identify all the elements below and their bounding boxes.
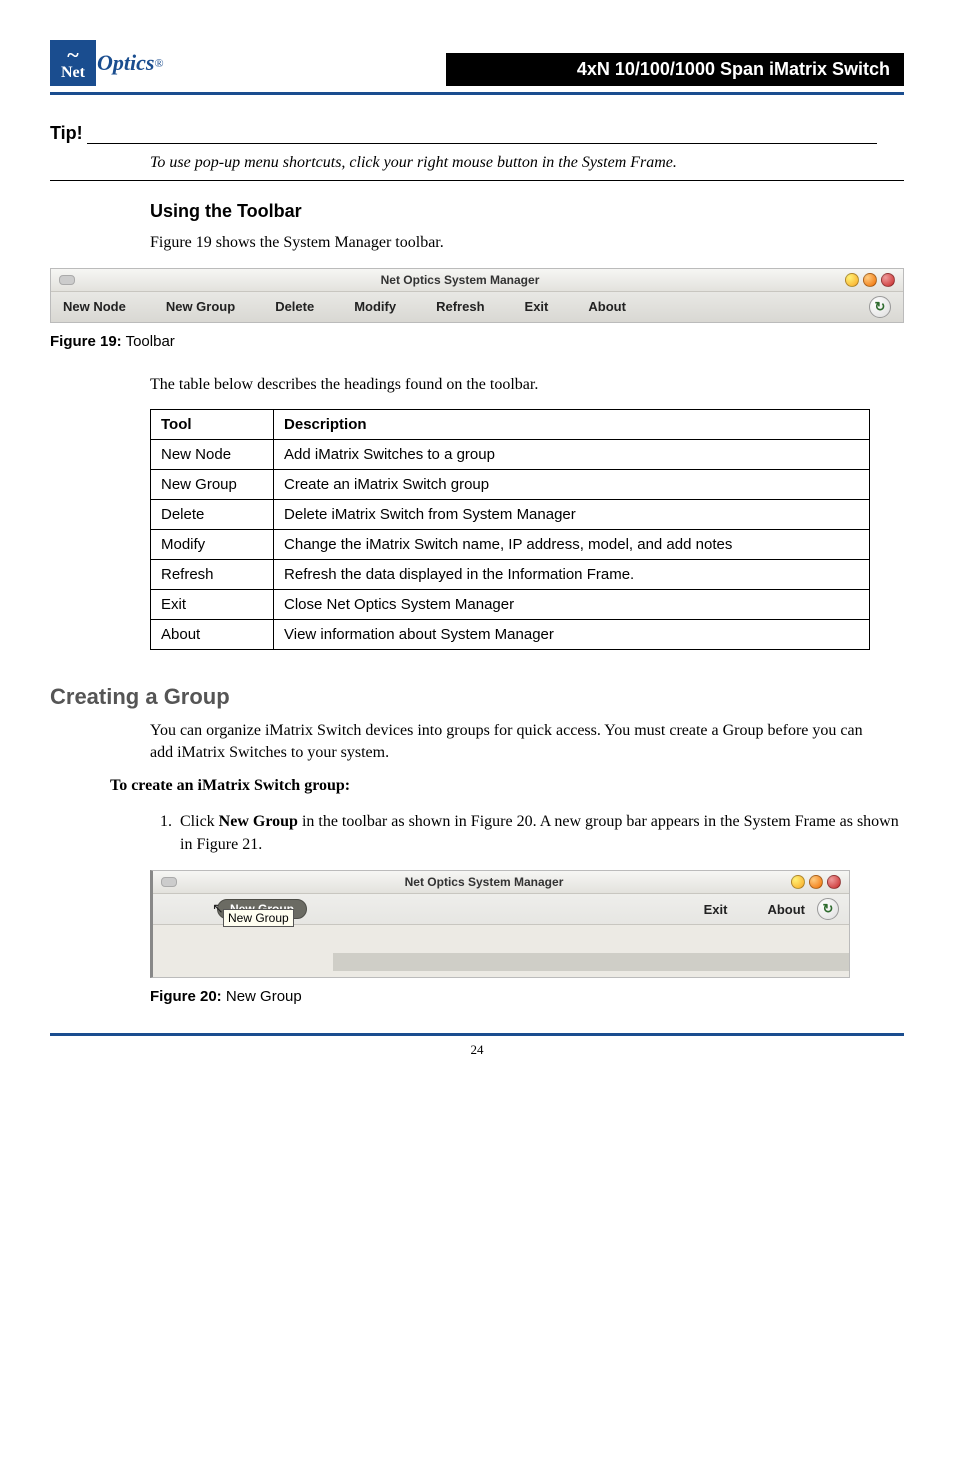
logo-box: ~ Net (50, 40, 96, 86)
system-frame-area: ↖ New Group (153, 925, 849, 977)
page-header: ~ Net Optics ® 4xN 10/100/1000 Span iMat… (50, 40, 904, 86)
creating-group-heading: Creating a Group (50, 684, 904, 710)
logo-net-text: Net (61, 64, 85, 82)
toolbar-delete[interactable]: Delete (275, 299, 314, 314)
new-group-tooltip: ↖ New Group (223, 909, 294, 927)
figure20-label: Figure 20: (150, 988, 222, 1005)
figure19-toolbar-screenshot: Net Optics System Manager New Node New G… (50, 268, 904, 323)
toolbar-about[interactable]: About (588, 299, 626, 314)
toolbar-new-group[interactable]: New Group (166, 299, 235, 314)
table-row: New GroupCreate an iMatrix Switch group (151, 470, 870, 500)
figure20-newgroup-screenshot: Net Optics System Manager New Group Exit… (150, 870, 850, 978)
toolbar-exit[interactable]: Exit (704, 902, 728, 917)
table-header-row: Tool Description (151, 410, 870, 440)
step-label: To create an iMatrix Switch group: (110, 777, 904, 795)
step-list: Click New Group in the toolbar as shown … (150, 811, 904, 856)
tool-description-table: Tool Description New NodeAdd iMatrix Swi… (150, 409, 870, 650)
toolbar-row: New Node New Group Delete Modify Refresh… (51, 292, 903, 322)
header-divider (50, 92, 904, 95)
window-handle-icon (59, 275, 75, 285)
table-row: ExitClose Net Optics System Manager (151, 590, 870, 620)
table-row: ModifyChange the iMatrix Switch name, IP… (151, 530, 870, 560)
refresh-spinner-icon[interactable]: ↻ (869, 296, 891, 318)
table-row: DeleteDelete iMatrix Switch from System … (151, 500, 870, 530)
toolbar-refresh[interactable]: Refresh (436, 299, 484, 314)
maximize-dot-icon[interactable] (809, 875, 823, 889)
toolbar-exit[interactable]: Exit (525, 299, 549, 314)
toolbar-new-node[interactable]: New Node (63, 299, 126, 314)
table-intro: The table below describes the headings f… (150, 374, 864, 396)
table-row: AboutView information about System Manag… (151, 620, 870, 650)
close-dot-icon[interactable] (827, 875, 841, 889)
figure19-caption-text: Toolbar (122, 333, 175, 350)
using-toolbar-heading: Using the Toolbar (150, 201, 904, 222)
window-control-dots (845, 273, 895, 287)
window-title: Net Optics System Manager (75, 273, 845, 287)
tip-label-line: Tip! (50, 123, 904, 144)
window-control-dots (791, 875, 841, 889)
figure20-caption: Figure 20: New Group (150, 988, 904, 1005)
table-row: RefreshRefresh the data displayed in the… (151, 560, 870, 590)
tip-underline (87, 129, 877, 144)
figure19-caption: Figure 19: Toolbar (50, 333, 904, 350)
close-dot-icon[interactable] (881, 273, 895, 287)
minimize-dot-icon[interactable] (791, 875, 805, 889)
footer-divider (50, 1033, 904, 1036)
tooltip-text: New Group (228, 911, 289, 925)
col-description: Description (274, 410, 870, 440)
step-1: Click New Group in the toolbar as shown … (176, 811, 904, 856)
figure20-caption-text: New Group (222, 988, 302, 1005)
tip-text: To use pop-up menu shortcuts, click your… (150, 154, 884, 172)
tip-bottom-underline (50, 180, 904, 181)
toolbar-modify[interactable]: Modify (354, 299, 396, 314)
col-tool: Tool (151, 410, 274, 440)
maximize-dot-icon[interactable] (863, 273, 877, 287)
minimize-dot-icon[interactable] (845, 273, 859, 287)
window-handle-icon (161, 877, 177, 887)
page-number: 24 (50, 1042, 904, 1058)
window-titlebar: Net Optics System Manager (153, 871, 849, 894)
table-row: New NodeAdd iMatrix Switches to a group (151, 440, 870, 470)
refresh-spinner-icon[interactable]: ↻ (817, 898, 839, 920)
creating-group-intro: You can organize iMatrix Switch devices … (150, 720, 864, 763)
tip-label: Tip! (50, 123, 83, 143)
group-bar-placeholder (333, 953, 849, 971)
logo-optics-text: Optics (97, 50, 154, 76)
netoptics-logo: ~ Net Optics ® (50, 40, 164, 86)
figure19-label: Figure 19: (50, 333, 122, 350)
toolbar-about[interactable]: About (767, 902, 805, 917)
step1-bold: New Group (219, 813, 298, 830)
document-title-bar: 4xN 10/100/1000 Span iMatrix Switch (446, 53, 904, 86)
window-titlebar: Net Optics System Manager (51, 269, 903, 292)
logo-registered-icon: ® (154, 56, 163, 71)
cursor-icon: ↖ (212, 900, 224, 917)
using-toolbar-intro: Figure 19 shows the System Manager toolb… (150, 232, 864, 254)
step1-pre: Click (180, 813, 219, 830)
window-title: Net Optics System Manager (177, 875, 791, 889)
